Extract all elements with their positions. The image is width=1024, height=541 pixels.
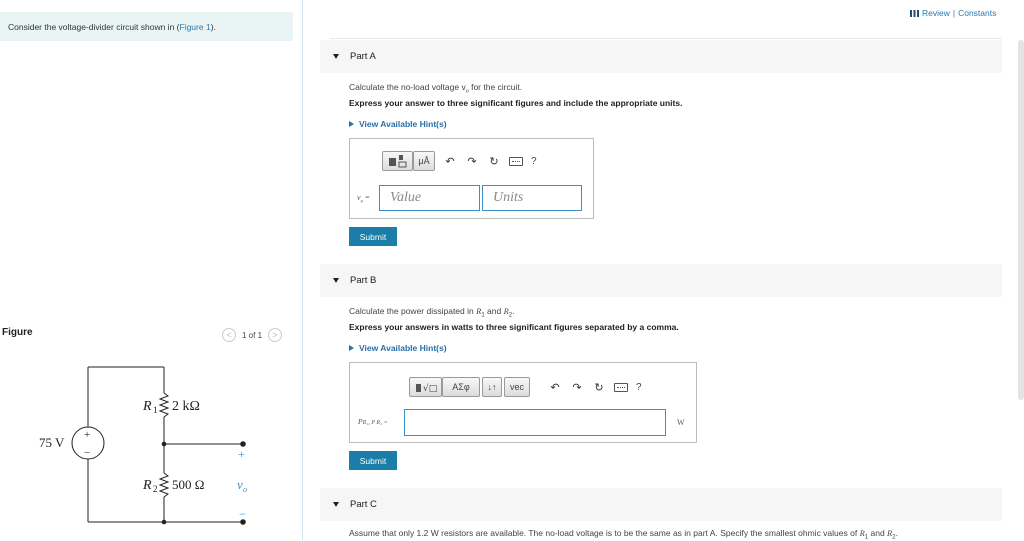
pager-prev-button[interactable]: < xyxy=(222,328,236,342)
part-a-header[interactable]: Part A xyxy=(320,40,1002,73)
units-input[interactable]: Units xyxy=(482,185,582,211)
part-c-title: Part C xyxy=(350,499,377,510)
node-dot xyxy=(161,519,167,525)
output-minus: − xyxy=(239,507,246,521)
part-b-answer-box: √□ ΑΣφ ↓↑ vec ↶ ↷ ↻ ? PR₁, P R₂ = W xyxy=(349,362,697,443)
value-input[interactable]: Value xyxy=(379,185,480,211)
greek-symbols-button[interactable]: ΑΣφ xyxy=(442,377,480,397)
collapse-triangle-icon xyxy=(333,278,339,283)
part-a-title: Part A xyxy=(350,51,376,62)
help-button[interactable]: ? xyxy=(531,156,537,167)
template-button[interactable]: √□ xyxy=(409,377,442,397)
vo-subscript: o xyxy=(243,485,247,494)
part-a-variable-label: vo = xyxy=(357,193,370,205)
undo-icon[interactable]: ↶ xyxy=(443,155,457,168)
r1-value: 2 kΩ xyxy=(172,399,200,414)
part-a-hint-toggle[interactable]: View Available Hint(s) xyxy=(349,119,447,129)
r1-subscript: 1 xyxy=(153,405,158,415)
part-c-header[interactable]: Part C xyxy=(320,488,1002,521)
problem-intro: Consider the voltage-divider circuit sho… xyxy=(0,12,293,41)
part-a-submit-button[interactable]: Submit xyxy=(349,227,397,246)
source-label: 75 V xyxy=(39,435,65,450)
header-rule xyxy=(330,38,1002,39)
reset-icon[interactable]: ↻ xyxy=(487,155,501,168)
part-b-instruction: Express your answers in watts to three s… xyxy=(349,322,679,332)
template-root-icon: √□ xyxy=(415,383,437,394)
r2-subscript: 2 xyxy=(153,484,158,494)
part-a-hint-label: View Available Hint(s) xyxy=(359,119,447,129)
pager-count: 1 of 1 xyxy=(242,330,263,340)
circuit-diagram: + − 75 V R 1 2 kΩ R 2 500 Ω + v o − xyxy=(39,366,247,525)
part-b-prompt-text: Calculate the power dissipated in xyxy=(349,306,477,316)
panel-divider xyxy=(302,0,303,540)
watts-unit-label: W xyxy=(677,418,685,427)
part-c-prompt-end: . xyxy=(895,528,898,538)
subscript-button[interactable]: ↓↑ xyxy=(482,377,502,397)
part-a-toolbar: μÅ ↶ ↷ ↻ ? xyxy=(382,151,537,171)
part-b-submit-button[interactable]: Submit xyxy=(349,451,397,470)
keyboard-icon[interactable] xyxy=(509,156,523,166)
vector-button[interactable]: vec xyxy=(504,377,530,397)
intro-end: ). xyxy=(210,22,216,32)
part-a-prompt-text: Calculate the no-load voltage v xyxy=(349,82,466,92)
expand-triangle-icon xyxy=(349,121,354,127)
source-minus: − xyxy=(84,447,90,459)
part-a-instruction: Express your answer to three significant… xyxy=(349,98,683,108)
part-b-toolbar: √□ ΑΣφ ↓↑ vec ↶ ↷ ↻ ? xyxy=(409,377,642,397)
resistor-r2-zigzag xyxy=(158,472,170,498)
help-button[interactable]: ? xyxy=(636,382,642,393)
part-a-var-eq: = xyxy=(363,193,370,202)
redo-icon[interactable]: ↷ xyxy=(570,381,584,394)
intro-text: Consider the voltage-divider circuit sho… xyxy=(8,22,180,32)
part-b-var-tail: R₁, P R₂ = xyxy=(362,420,388,426)
source-plus: + xyxy=(84,429,90,441)
units-mu-button[interactable]: μÅ xyxy=(413,151,435,171)
figure-heading: Figure xyxy=(2,327,33,338)
part-b-hint-label: View Available Hint(s) xyxy=(359,343,447,353)
collapse-triangle-icon xyxy=(333,54,339,59)
template-icon xyxy=(388,155,406,168)
part-b-and: and xyxy=(484,306,504,316)
template-button[interactable] xyxy=(382,151,413,171)
collapse-triangle-icon xyxy=(333,502,339,507)
pager-next-button[interactable]: > xyxy=(268,328,283,342)
part-b-prompt: Calculate the power dissipated in R1 and… xyxy=(349,306,514,319)
part-a-prompt-end: for the circuit. xyxy=(468,82,523,92)
figure-link[interactable]: Figure 1 xyxy=(180,22,211,32)
part-c-prompt: Assume that only 1.2 W resistors are ava… xyxy=(349,528,898,541)
review-constants-bar: Review | Constants xyxy=(910,8,996,18)
output-plus: + xyxy=(238,447,245,461)
redo-icon[interactable]: ↷ xyxy=(465,155,479,168)
keyboard-icon[interactable] xyxy=(614,382,628,392)
header-separator: | xyxy=(952,8,956,18)
part-a-prompt: Calculate the no-load voltage vo for the… xyxy=(349,82,522,95)
scrollbar[interactable] xyxy=(1018,40,1024,400)
node-dot xyxy=(161,441,167,447)
part-c-prompt-text: Assume that only 1.2 W resistors are ava… xyxy=(349,528,860,538)
expand-triangle-icon xyxy=(349,345,354,351)
r2-symbol: R xyxy=(142,478,152,493)
part-b-header[interactable]: Part B xyxy=(320,264,1002,297)
part-b-title: Part B xyxy=(350,275,377,286)
svg-text:√□: √□ xyxy=(423,383,437,394)
resistor-r1-zigzag xyxy=(158,392,170,418)
part-b-hint-toggle[interactable]: View Available Hint(s) xyxy=(349,343,447,353)
terminal-top xyxy=(240,441,246,447)
part-c-and: and xyxy=(868,528,888,538)
part-b-prompt-end: . xyxy=(512,306,515,316)
r2-value: 500 Ω xyxy=(172,477,204,492)
power-input[interactable] xyxy=(404,409,666,436)
r1-symbol: R xyxy=(142,399,152,414)
reset-icon[interactable]: ↻ xyxy=(592,381,606,394)
figure-pager: < 1 of 1 > xyxy=(222,327,283,343)
review-link[interactable]: Review xyxy=(922,8,950,18)
undo-icon[interactable]: ↶ xyxy=(548,381,562,394)
part-a-answer-box: μÅ ↶ ↷ ↻ ? vo = Value Units xyxy=(349,138,594,219)
part-b-variable-label: PR₁, P R₂ = xyxy=(358,417,388,426)
constants-link[interactable]: Constants xyxy=(958,8,996,18)
review-icon xyxy=(910,9,919,17)
